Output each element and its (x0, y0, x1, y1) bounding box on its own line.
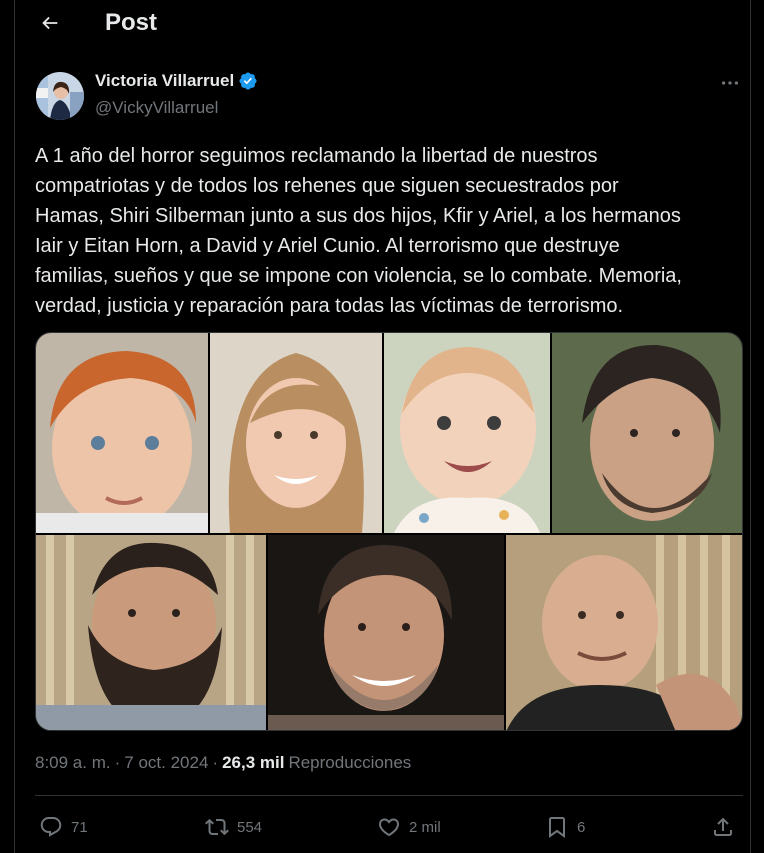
views-label: Reproducciones (288, 753, 412, 772)
photo-bald-man (506, 535, 742, 730)
post-media-collage[interactable] (35, 332, 743, 731)
back-button[interactable] (33, 6, 67, 40)
author-name-row: Victoria Villarruel (95, 71, 258, 91)
photo-woman-smiling (210, 333, 382, 533)
photo-bearded-man (36, 535, 266, 730)
post-meta: 8:09 a. m. · 7 oct. 2024 · 26,3 mil Repr… (35, 753, 411, 773)
like-icon (378, 818, 400, 837)
post-column: Post Victoria Villarruel @VickyVillarrue… (14, 0, 751, 853)
photo-man-smiling-gray (268, 535, 504, 730)
reply-count: 71 (71, 818, 88, 836)
views-count: 26,3 mil (222, 753, 285, 772)
author-name[interactable]: Victoria Villarruel (95, 71, 234, 91)
bookmark-icon (549, 817, 565, 838)
back-arrow-icon (42, 16, 58, 30)
reply-icon (40, 817, 62, 837)
like-button[interactable]: 2 mil (377, 810, 441, 844)
left-gutter (0, 0, 14, 853)
photo-young-man-beard (552, 333, 742, 533)
like-count: 2 mil (409, 818, 441, 836)
meta-separator: · (212, 753, 219, 772)
avatar[interactable] (36, 72, 84, 120)
repost-count: 554 (237, 818, 263, 836)
repost-button[interactable]: 554 (205, 810, 262, 844)
page-header: Post (15, 0, 750, 46)
reply-button[interactable]: 71 (39, 810, 88, 844)
photo-child-redhead (36, 333, 208, 533)
verified-badge-icon (239, 72, 257, 90)
post-date[interactable]: 7 oct. 2024 (124, 753, 208, 773)
more-icon (721, 81, 739, 85)
repost-icon (205, 818, 229, 836)
share-button[interactable] (711, 810, 735, 844)
more-options-button[interactable] (713, 70, 747, 96)
share-icon (714, 817, 732, 836)
page-title: Post (105, 9, 158, 36)
author-handle[interactable]: @VickyVillarruel (95, 98, 218, 118)
photo-baby-smiling (384, 333, 550, 533)
meta-separator: · (114, 753, 121, 772)
divider (35, 795, 743, 796)
bookmark-button[interactable]: 6 (545, 810, 585, 844)
action-bar: 71 554 2 mil 6 (15, 810, 750, 844)
post-text: A 1 año del horror seguimos reclamando l… (35, 145, 682, 317)
bookmark-count: 6 (577, 818, 586, 836)
post-time[interactable]: 8:09 a. m. (35, 753, 111, 773)
avatar-image (36, 72, 84, 120)
